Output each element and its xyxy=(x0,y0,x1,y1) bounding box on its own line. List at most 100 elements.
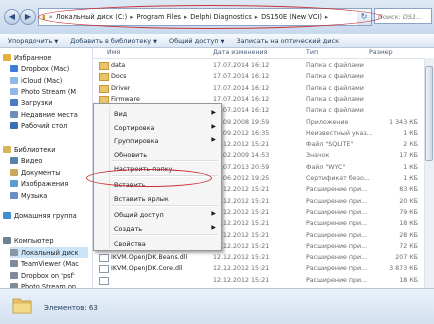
menu-item-label: Общий доступ xyxy=(114,211,164,219)
context-menu-item[interactable]: Сортировка ▶ xyxy=(94,121,221,134)
network-drive-icon xyxy=(10,260,18,267)
nav-item[interactable]: TeamViewer (Mac xyxy=(10,258,79,269)
cell-type: Файл "SQLITE" xyxy=(306,141,354,149)
cell-type: Расширение при... xyxy=(306,265,368,273)
recent-places-icon xyxy=(10,111,18,118)
context-menu-item[interactable]: Обновить xyxy=(94,148,221,161)
submenu-arrow-icon: ▶ xyxy=(211,136,216,143)
item-count: Элементов: 63 xyxy=(44,304,98,312)
cell-type: Расширение при... xyxy=(306,231,368,239)
cell-size: 3 873 КБ xyxy=(389,265,418,273)
library-icon xyxy=(3,146,11,153)
cell-size: 1 КБ xyxy=(403,175,418,182)
context-menu-item[interactable]: Вставить ярлык xyxy=(94,192,221,205)
cell-type: Папка с файлами xyxy=(306,95,364,103)
context-menu-item[interactable]: Группировка ▶ xyxy=(94,134,221,147)
nav-item[interactable]: iCloud (Mac) xyxy=(10,75,62,86)
nav-item[interactable]: Компьютер xyxy=(3,235,54,246)
folder-icon xyxy=(12,298,32,314)
column-name[interactable]: Имя xyxy=(107,49,120,56)
cloud-icon xyxy=(10,77,18,84)
cell-type: Файл "WYC" xyxy=(306,163,346,171)
cell-name: Driver xyxy=(111,84,131,92)
cell-date: 17.07.2014 16:12 xyxy=(213,73,270,81)
nav-item-label: Видео xyxy=(21,156,43,165)
cell-size: 72 КБ xyxy=(399,242,418,250)
burn-button[interactable]: Записать на оптический диск xyxy=(237,37,339,45)
forward-button[interactable]: ▶ xyxy=(20,9,36,25)
cell-name: Docs xyxy=(111,73,127,81)
file-icon xyxy=(99,254,109,263)
cell-name: IKVM.OpenJDK.Beans.dll xyxy=(111,254,188,262)
nav-item[interactable]: Библиотеки xyxy=(3,144,56,155)
cell-size: 28 КБ xyxy=(399,231,418,239)
menu-item-label: Создать xyxy=(114,225,143,233)
music-icon xyxy=(10,192,18,199)
share-button[interactable]: Общий доступ ▼ xyxy=(169,37,225,45)
context-menu-item[interactable]: Общий доступ ▶ xyxy=(94,208,221,221)
nav-item-label: Недавние места xyxy=(21,110,78,119)
nav-item-label: Библиотеки xyxy=(14,145,56,154)
nav-item[interactable]: Недавние места xyxy=(10,109,78,120)
cell-type: Расширение при... xyxy=(306,276,368,284)
nav-item[interactable]: Избранное xyxy=(3,52,51,63)
menu-divider xyxy=(112,205,218,207)
folder-icon xyxy=(99,62,109,70)
nav-item[interactable]: Локальный диск xyxy=(10,247,88,258)
column-size[interactable]: Размер xyxy=(369,49,393,56)
search-input[interactable]: Поиск: DS1... xyxy=(374,8,432,24)
cell-size: 18 КБ xyxy=(399,276,418,284)
cell-type: Папка с файлами xyxy=(306,84,364,92)
nav-item[interactable]: Загрузки xyxy=(10,97,53,108)
file-row[interactable]: IKVM.OpenJDK.Core.dll 12.12.2012 15:21 Рас… xyxy=(93,264,434,275)
cell-size: 17 КБ xyxy=(399,152,418,160)
nav-item-label: Изображения xyxy=(21,179,69,188)
context-menu-item[interactable]: Свойства xyxy=(94,237,221,250)
cell-type: Расширение при... xyxy=(306,220,368,228)
nav-item-label: Локальный диск xyxy=(21,248,79,257)
file-row[interactable]: data 17.07.2014 16:12 Папка с файлами xyxy=(93,61,434,72)
menu-item-label: Вставить ярлык xyxy=(114,195,169,203)
folder-icon xyxy=(99,84,109,93)
scrollbar-thumb[interactable] xyxy=(425,66,433,161)
nav-item[interactable]: Изображения xyxy=(10,178,68,189)
downloads-icon xyxy=(10,99,18,106)
back-button[interactable]: ◀ xyxy=(4,9,20,25)
file-row[interactable]: 12.12.2012 15:21 Расширение при... 18 КБ xyxy=(93,276,434,287)
add-to-library-button[interactable]: Добавить в библиотеку ▼ xyxy=(70,37,157,45)
file-row[interactable]: Docs 17.07.2014 16:12 Папка с файлами xyxy=(93,72,434,83)
cell-type: Расширение при... xyxy=(306,208,368,216)
nav-item-label: TeamViewer (Mac xyxy=(21,259,79,268)
context-menu-item[interactable]: Создать ▶ xyxy=(94,222,221,235)
file-row[interactable]: IKVM.OpenJDK.Beans.dll 12.12.2012 15:21 Ра… xyxy=(93,253,434,264)
nav-item[interactable]: Музыка xyxy=(10,190,47,201)
computer-icon xyxy=(3,237,11,244)
context-menu-item[interactable]: Вид ▶ xyxy=(94,107,221,120)
nav-item[interactable]: Документы xyxy=(10,167,60,178)
cell-date: 17.07.2014 16:12 xyxy=(213,95,270,103)
nav-item[interactable]: Dropbox (Mac) xyxy=(10,63,69,74)
cell-type: Приложение xyxy=(306,118,349,126)
nav-item[interactable]: Рабочий стол xyxy=(10,120,67,131)
annotation-ellipse xyxy=(86,169,212,187)
cell-type: Сертификат безо... xyxy=(306,175,370,182)
status-bar: Элементов: 63 xyxy=(0,288,434,324)
nav-item[interactable]: Домашняя группа xyxy=(3,210,77,221)
nav-item-label: Photo Stream (M xyxy=(21,87,77,96)
column-date[interactable]: Дата изменения xyxy=(213,49,267,56)
nav-item[interactable]: Dropbox on 'psf' xyxy=(10,270,75,281)
column-type[interactable]: Тип xyxy=(306,49,318,56)
cell-date: 17.07.2014 16:12 xyxy=(213,84,270,92)
cell-size: 1 343 КБ xyxy=(389,118,418,126)
cell-type: Расширение при... xyxy=(306,197,368,205)
cell-size: 79 КБ xyxy=(399,208,418,216)
submenu-arrow-icon: ▶ xyxy=(211,224,216,231)
nav-item[interactable]: Видео xyxy=(10,155,42,166)
documents-icon xyxy=(10,169,18,176)
nav-item[interactable]: Photo Stream (M xyxy=(10,86,76,97)
menu-item-label: Вид xyxy=(114,110,128,118)
cell-type: Расширение при... xyxy=(306,254,368,262)
organize-button[interactable]: Упорядочить ▼ xyxy=(8,37,58,45)
submenu-arrow-icon: ▶ xyxy=(211,210,216,217)
file-row[interactable]: Driver 17.07.2014 16:12 Папка с файлами xyxy=(93,84,434,95)
